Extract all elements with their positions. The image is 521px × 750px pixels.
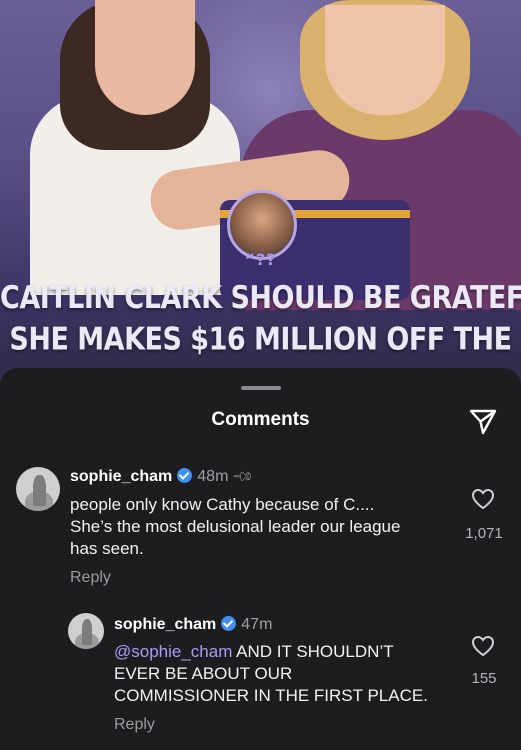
comment-text: people only know Cathy because of C.... … bbox=[70, 494, 400, 560]
comment-text: @sophie_cham AND IT SHOULDN’T EVER BE AB… bbox=[114, 641, 428, 707]
post-media: “?? CAITLIN CLARK SHOULD BE GRATEFUL SHE… bbox=[0, 0, 521, 390]
photo-person-right-face bbox=[325, 5, 445, 115]
like-count: 1,071 bbox=[465, 525, 503, 542]
comment-text-line: EVER BE ABOUT OUR bbox=[114, 664, 293, 683]
avatar-figure bbox=[32, 474, 46, 506]
comment-username[interactable]: sophie_cham bbox=[70, 468, 172, 485]
comment-text-line: has seen. bbox=[70, 539, 144, 558]
paper-plane-icon[interactable] bbox=[468, 406, 498, 436]
comment-username[interactable]: sophie_cham bbox=[114, 616, 216, 633]
verified-badge-icon bbox=[177, 468, 193, 483]
verified-badge-icon bbox=[221, 616, 237, 631]
quote-mark: “?? bbox=[244, 250, 277, 269]
avatar[interactable] bbox=[68, 613, 104, 649]
heart-outline-icon[interactable] bbox=[471, 635, 495, 657]
comment-text-rest: AND IT SHOULDN’T bbox=[232, 642, 394, 661]
mention-link[interactable]: @sophie_cham bbox=[114, 642, 232, 661]
pin-icon: 📌︎ bbox=[231, 464, 256, 489]
comment-time: 47m bbox=[241, 616, 273, 633]
comment-header: sophie_cham 48m 📌︎ bbox=[70, 464, 256, 488]
comment-text-line: @sophie_cham AND IT SHOULDN’T bbox=[114, 641, 428, 663]
reply-button[interactable]: Reply bbox=[114, 716, 155, 734]
comment-text-line: people only know Cathy because of C.... bbox=[70, 495, 375, 514]
avatar-figure bbox=[81, 619, 93, 645]
post-headline: CAITLIN CLARK SHOULD BE GRATEFUL SHE MAK… bbox=[0, 278, 521, 361]
comment-text-line: She’s the most delusional leader our lea… bbox=[70, 517, 401, 536]
headline-line-2: SHE MAKES $16 MILLION OFF THE bbox=[9, 321, 512, 358]
comment-header: sophie_cham 47m bbox=[114, 616, 272, 634]
comment-time: 48m bbox=[197, 468, 229, 485]
heart-outline-icon[interactable] bbox=[471, 488, 495, 510]
sheet-grabber[interactable] bbox=[241, 386, 281, 390]
sheet-title: Comments bbox=[211, 409, 310, 430]
avatar[interactable] bbox=[16, 467, 60, 511]
headline-line-1: CAITLIN CLARK SHOULD BE GRATEFUL bbox=[0, 280, 521, 316]
photo-person-left-face bbox=[95, 0, 195, 115]
like-count: 155 bbox=[471, 670, 497, 687]
reply-button[interactable]: Reply bbox=[70, 569, 111, 587]
comments-sheet: Comments sophie_cham 48m 📌︎ people only kn… bbox=[0, 368, 521, 750]
comment-text-line: COMMISSIONER IN THE FIRST PLACE. bbox=[114, 686, 428, 705]
